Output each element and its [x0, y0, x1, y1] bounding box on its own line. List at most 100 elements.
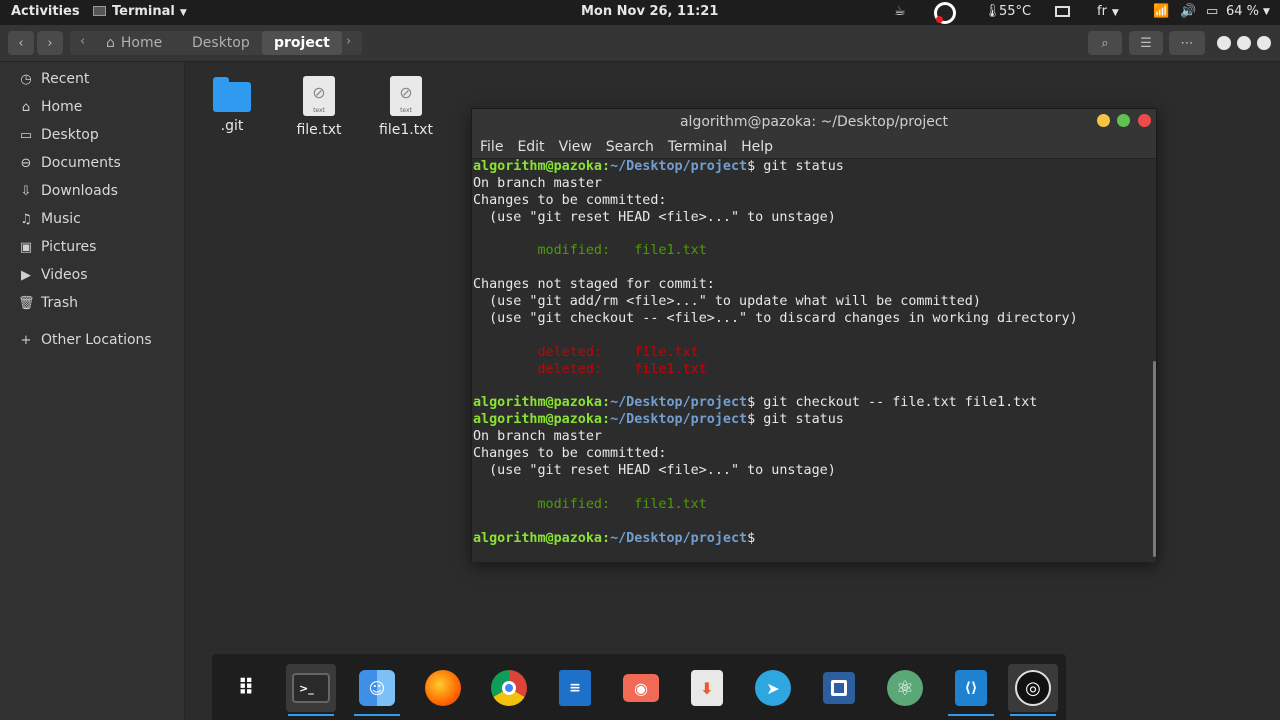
list-view-button[interactable]: ☰ [1129, 31, 1163, 55]
menu-terminal[interactable]: Terminal [668, 139, 727, 155]
running-indicator [1010, 714, 1056, 716]
clock[interactable]: Mon Nov 26, 11:21 [581, 4, 718, 19]
dock-files[interactable]: ☺ [352, 664, 402, 716]
minimize-button[interactable] [1097, 114, 1110, 127]
battery-level[interactable]: 64 % [1226, 4, 1259, 19]
breadcrumb-desktop[interactable]: Desktop [180, 31, 262, 55]
sidebar-item-music[interactable]: ♫ Music [0, 206, 185, 232]
dock-obs[interactable]: ◎ [1008, 664, 1058, 716]
dock-telegram[interactable]: ➤ [748, 664, 798, 712]
sidebar-item-label: Documents [41, 155, 121, 171]
menu-help[interactable]: Help [741, 139, 773, 155]
terminal-line: (use "git add/rm <file>..." to update wh… [473, 294, 981, 310]
text-file-icon: ⊘ text [390, 76, 422, 116]
keyboard-layout-label: fr [1097, 4, 1107, 19]
top-bar: Activities Terminal ▼ Mon Nov 26, 11:21 ☕… [0, 0, 1280, 25]
file-item-file1-txt[interactable]: ⊘ text file1.txt [366, 70, 446, 138]
documents-icon: ⊖ [20, 155, 32, 171]
forward-button[interactable]: › [37, 31, 63, 55]
terminal-line: modified: file1.txt [473, 243, 707, 259]
dock-installer[interactable]: ⬇ [682, 664, 732, 712]
sidebar-item-pictures[interactable]: ▣ Pictures [0, 234, 185, 260]
chrome-icon [491, 670, 527, 706]
terminal-line: On branch master [473, 175, 602, 191]
file-name: file.txt [296, 122, 342, 138]
terminal-scrollbar[interactable] [1153, 361, 1156, 557]
breadcrumb-home[interactable]: ⌂ Home [94, 31, 174, 55]
battery-icon[interactable]: ▭ [1206, 4, 1218, 19]
sidebar-item-downloads[interactable]: ⇩ Downloads [0, 178, 185, 204]
coffee-icon[interactable]: ☕ [894, 4, 906, 19]
dock-vscode[interactable]: ⟨⟩ [946, 664, 996, 716]
activities-button[interactable]: Activities [11, 4, 80, 19]
dock-terminal[interactable]: >_ [286, 664, 336, 716]
wifi-icon[interactable]: 📶 [1153, 4, 1169, 19]
sidebar-item-documents[interactable]: ⊖ Documents [0, 150, 185, 176]
sidebar-item-recent[interactable]: ◷ Recent [0, 66, 185, 92]
dock-app-grid[interactable]: ⠿ [220, 664, 270, 712]
temperature: 55°C [999, 4, 1032, 19]
music-icon: ♫ [20, 211, 32, 227]
dock-chrome[interactable] [484, 664, 534, 712]
file-item-git[interactable]: .git [192, 70, 272, 134]
breadcrumb-label: Desktop [192, 35, 250, 51]
square-app-icon [823, 672, 855, 704]
dock-square-app[interactable] [814, 664, 864, 712]
search-button[interactable]: ⌕ [1088, 31, 1122, 55]
menu-edit[interactable]: Edit [517, 139, 544, 155]
menu-button[interactable]: ⋯ [1169, 31, 1205, 55]
sidebar-item-videos[interactable]: ▶ Videos [0, 262, 185, 288]
sidebar-item-label: Downloads [41, 183, 118, 199]
window-dot-minimize[interactable] [1217, 36, 1231, 50]
maximize-button[interactable] [1117, 114, 1130, 127]
window-icon[interactable] [1055, 6, 1070, 17]
obs-indicator-icon[interactable] [934, 2, 956, 24]
breadcrumb-label: project [274, 35, 330, 51]
menu-search[interactable]: Search [606, 139, 654, 155]
sidebar-item-label: Pictures [41, 239, 97, 255]
file-item-file-txt[interactable]: ⊘ text file.txt [279, 70, 359, 138]
chevron-right-icon[interactable]: › [346, 34, 351, 49]
prompt-user: algorithm@pazoka [473, 159, 602, 174]
terminal-output[interactable]: algorithm@pazoka:~/Desktop/project$ git … [472, 159, 1156, 562]
app-menu[interactable]: Terminal ▼ [93, 4, 187, 19]
volume-icon[interactable]: 🔊 [1180, 4, 1196, 19]
sidebar-item-desktop[interactable]: ▭ Desktop [0, 122, 185, 148]
sidebar-item-trash[interactable]: 🗑 Trash [0, 290, 185, 316]
dock-atom[interactable]: ⚛ [880, 664, 930, 712]
terminal-titlebar[interactable]: algorithm@pazoka: ~/Desktop/project [472, 109, 1156, 135]
system-menu-chevron-icon[interactable]: ▼ [1263, 7, 1270, 17]
menu-view[interactable]: View [559, 139, 592, 155]
sidebar-item-label: Other Locations [41, 332, 152, 348]
terminal-window[interactable]: algorithm@pazoka: ~/Desktop/project File… [471, 108, 1157, 562]
chevron-left-icon[interactable]: ‹ [80, 34, 85, 49]
running-indicator [948, 714, 994, 716]
file-name: file1.txt [379, 122, 433, 138]
terminal-title: algorithm@pazoka: ~/Desktop/project [679, 114, 949, 130]
dock-firefox[interactable] [418, 664, 468, 712]
terminal-line: algorithm@pazoka:~/Desktop/project$ git … [473, 395, 1038, 411]
sidebar-item-home[interactable]: ⌂ Home [0, 94, 185, 120]
sidebar-item-label: Desktop [41, 127, 99, 143]
menu-file[interactable]: File [480, 139, 503, 155]
window-dot-close[interactable] [1257, 36, 1271, 50]
sidebar-item-other-locations[interactable]: + Other Locations [0, 327, 185, 353]
terminal-line: On branch master [473, 429, 602, 445]
keyboard-layout[interactable]: fr ▼ [1097, 4, 1119, 19]
dock-writer[interactable]: ≡ [550, 664, 600, 712]
prompt-user: algorithm@pazoka [473, 395, 602, 411]
prompt-path: ~/Desktop/project [610, 412, 748, 428]
breadcrumb-project[interactable]: project [262, 31, 342, 55]
terminal-line: algorithm@pazoka:~/Desktop/project$ git … [473, 412, 844, 428]
terminal-line: Changes to be committed: [473, 446, 667, 462]
back-button[interactable]: ‹ [8, 31, 34, 55]
terminal-line: Changes to be committed: [473, 192, 667, 208]
window-dot-maximize[interactable] [1237, 36, 1251, 50]
sidebar-item-label: Music [41, 211, 81, 227]
dock: ⠿ >_ ☺ ≡ ◉ ⬇ ➤ ⚛ ⟨⟩ ◎ [212, 654, 1066, 720]
dock-screenshot[interactable]: ◉ [616, 664, 666, 712]
chevron-right-icon: › [47, 35, 53, 51]
close-button[interactable] [1138, 114, 1151, 127]
list-icon: ☰ [1140, 35, 1152, 51]
folder-icon [213, 77, 251, 112]
